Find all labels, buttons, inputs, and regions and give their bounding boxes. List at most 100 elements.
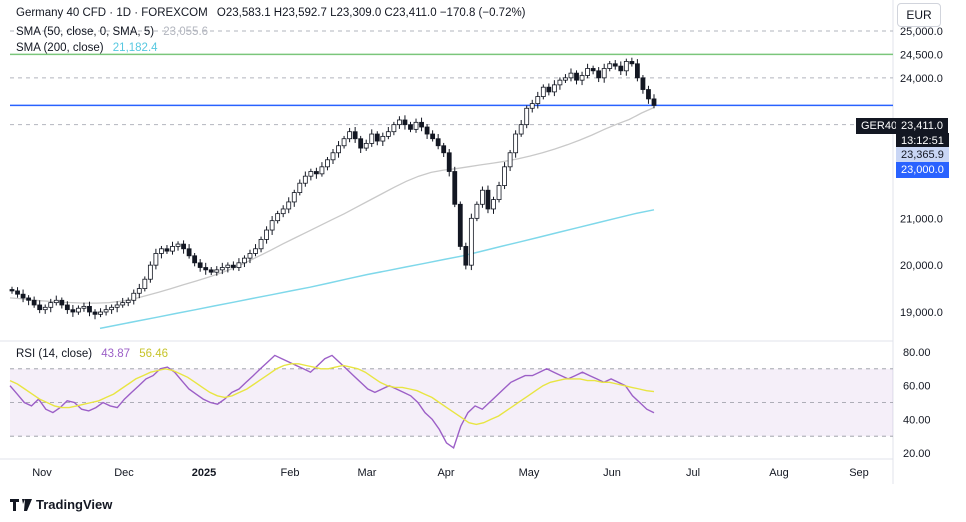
candle-body xyxy=(153,253,159,266)
candle-body xyxy=(546,86,552,93)
candle-body xyxy=(269,220,275,231)
candle-body xyxy=(529,103,535,109)
ohlc-values: O23,583.1 H23,592.7 L23,309.0 C23,411.0 … xyxy=(216,7,526,19)
candle-body xyxy=(330,152,336,161)
candle-body xyxy=(535,96,541,104)
sma50-price-badge: 23,365.9 xyxy=(896,147,949,163)
candle-body xyxy=(70,309,76,313)
candle-body xyxy=(225,264,231,268)
candle-body xyxy=(59,299,65,306)
rsi-tick-label: 40.00 xyxy=(903,414,931,426)
time-tick-label: Dec xyxy=(114,467,134,479)
candle-body xyxy=(341,138,347,147)
candle-body xyxy=(186,248,192,257)
candle-body xyxy=(192,255,198,264)
candle-body xyxy=(457,203,463,247)
candle-body xyxy=(574,72,579,81)
candle-body xyxy=(452,171,458,205)
candle-body xyxy=(197,262,203,268)
candle-body xyxy=(175,243,181,247)
candle-body xyxy=(109,306,115,311)
candle-body xyxy=(397,119,402,126)
candle-body xyxy=(170,246,175,252)
candle-body xyxy=(147,264,153,280)
candle-body xyxy=(302,175,308,184)
sma50-value: 23,055.6 xyxy=(163,26,209,38)
rsi-tick-label: 20.00 xyxy=(903,448,931,460)
candle-body xyxy=(26,297,32,301)
rsi-value: 43.87 xyxy=(101,348,131,360)
candle-body xyxy=(623,61,629,72)
candle-body xyxy=(468,217,474,266)
candle-body xyxy=(308,171,314,177)
candle-body xyxy=(131,292,137,301)
candle-body xyxy=(568,72,574,79)
currency-button[interactable]: EUR xyxy=(897,3,941,27)
candle-body xyxy=(474,203,480,219)
price-tick-label: 25,000.0 xyxy=(900,26,943,38)
candle-body xyxy=(601,68,607,79)
rsi-label: RSI (14, close) xyxy=(16,348,93,360)
candle-body xyxy=(214,269,220,273)
candle-body xyxy=(336,145,341,154)
price-tick-label: 24,500.0 xyxy=(900,49,943,61)
tradingview-logo[interactable]: TradingView xyxy=(10,497,112,512)
candle-body xyxy=(540,86,546,97)
candle-body xyxy=(640,77,646,90)
candle-body xyxy=(618,65,624,72)
candle-body xyxy=(286,201,292,210)
time-tick-label: Feb xyxy=(281,467,300,479)
rsi-tick-label: 60.00 xyxy=(903,381,931,393)
time-tick-label: 2025 xyxy=(192,467,216,479)
candle-body xyxy=(48,302,54,308)
candle-body xyxy=(92,311,98,315)
time-axis[interactable]: Nov Dec 2025 Feb Mar Apr May Jun Jul Aug Sep xyxy=(32,467,869,479)
candle-body xyxy=(219,267,225,271)
rsi-axis[interactable]: 80.00 60.00 40.00 20.00 xyxy=(903,347,931,460)
time-tick-label: Aug xyxy=(769,467,789,479)
sma200-label: SMA (200, close) xyxy=(16,42,104,54)
tradingview-icon xyxy=(10,498,32,511)
candle-body xyxy=(480,189,485,205)
candle-body xyxy=(446,152,452,172)
sma200-legend[interactable]: SMA (200, close) 21,182.4 xyxy=(16,41,164,55)
candle-body xyxy=(435,138,441,147)
time-tick-label: Jul xyxy=(686,467,700,479)
candle-body xyxy=(81,305,87,309)
candle-body xyxy=(258,239,264,250)
candle-body xyxy=(253,248,258,254)
sma50-legend[interactable]: SMA (50, close, 0, SMA, 5) 23,055.6 xyxy=(16,25,214,39)
chart-canvas: 25,000.024,500.024,000.022,000.021,000.0… xyxy=(0,0,943,484)
candle-body xyxy=(9,289,15,292)
candle-body xyxy=(391,124,397,133)
candle-body xyxy=(164,248,170,252)
sma200-line xyxy=(99,209,655,330)
candle-body xyxy=(424,126,430,135)
candle-body xyxy=(275,213,281,222)
candle-body xyxy=(385,131,391,137)
rsi-legend[interactable]: RSI (14, close) 43.87 56.46 xyxy=(16,347,174,361)
time-tick-label: Apr xyxy=(437,467,454,479)
candle-body xyxy=(612,63,618,67)
candle-body xyxy=(280,208,286,215)
candle-body xyxy=(236,262,242,268)
candle-body xyxy=(125,299,131,304)
candle-body xyxy=(291,192,297,203)
rsi-pane[interactable] xyxy=(9,354,893,450)
rsi-tick-label: 80.00 xyxy=(903,347,931,359)
candle-body xyxy=(363,142,369,149)
candle-body xyxy=(507,152,513,168)
candle-body xyxy=(208,269,214,273)
price-pane[interactable] xyxy=(9,30,893,330)
candle-body xyxy=(419,121,424,128)
candle-body xyxy=(64,304,70,311)
candle-body xyxy=(87,305,92,313)
candle-body xyxy=(264,229,269,240)
time-tick-label: May xyxy=(519,467,540,479)
candle-body xyxy=(596,70,602,79)
symbol-legend[interactable]: Germany 40 CFD · 1D · FOREXCOM O23,583.1… xyxy=(16,6,532,20)
price-tick-label: 24,000.0 xyxy=(900,73,943,85)
candle-body xyxy=(53,299,59,304)
candle-body xyxy=(413,121,419,130)
candle-body xyxy=(42,306,48,311)
